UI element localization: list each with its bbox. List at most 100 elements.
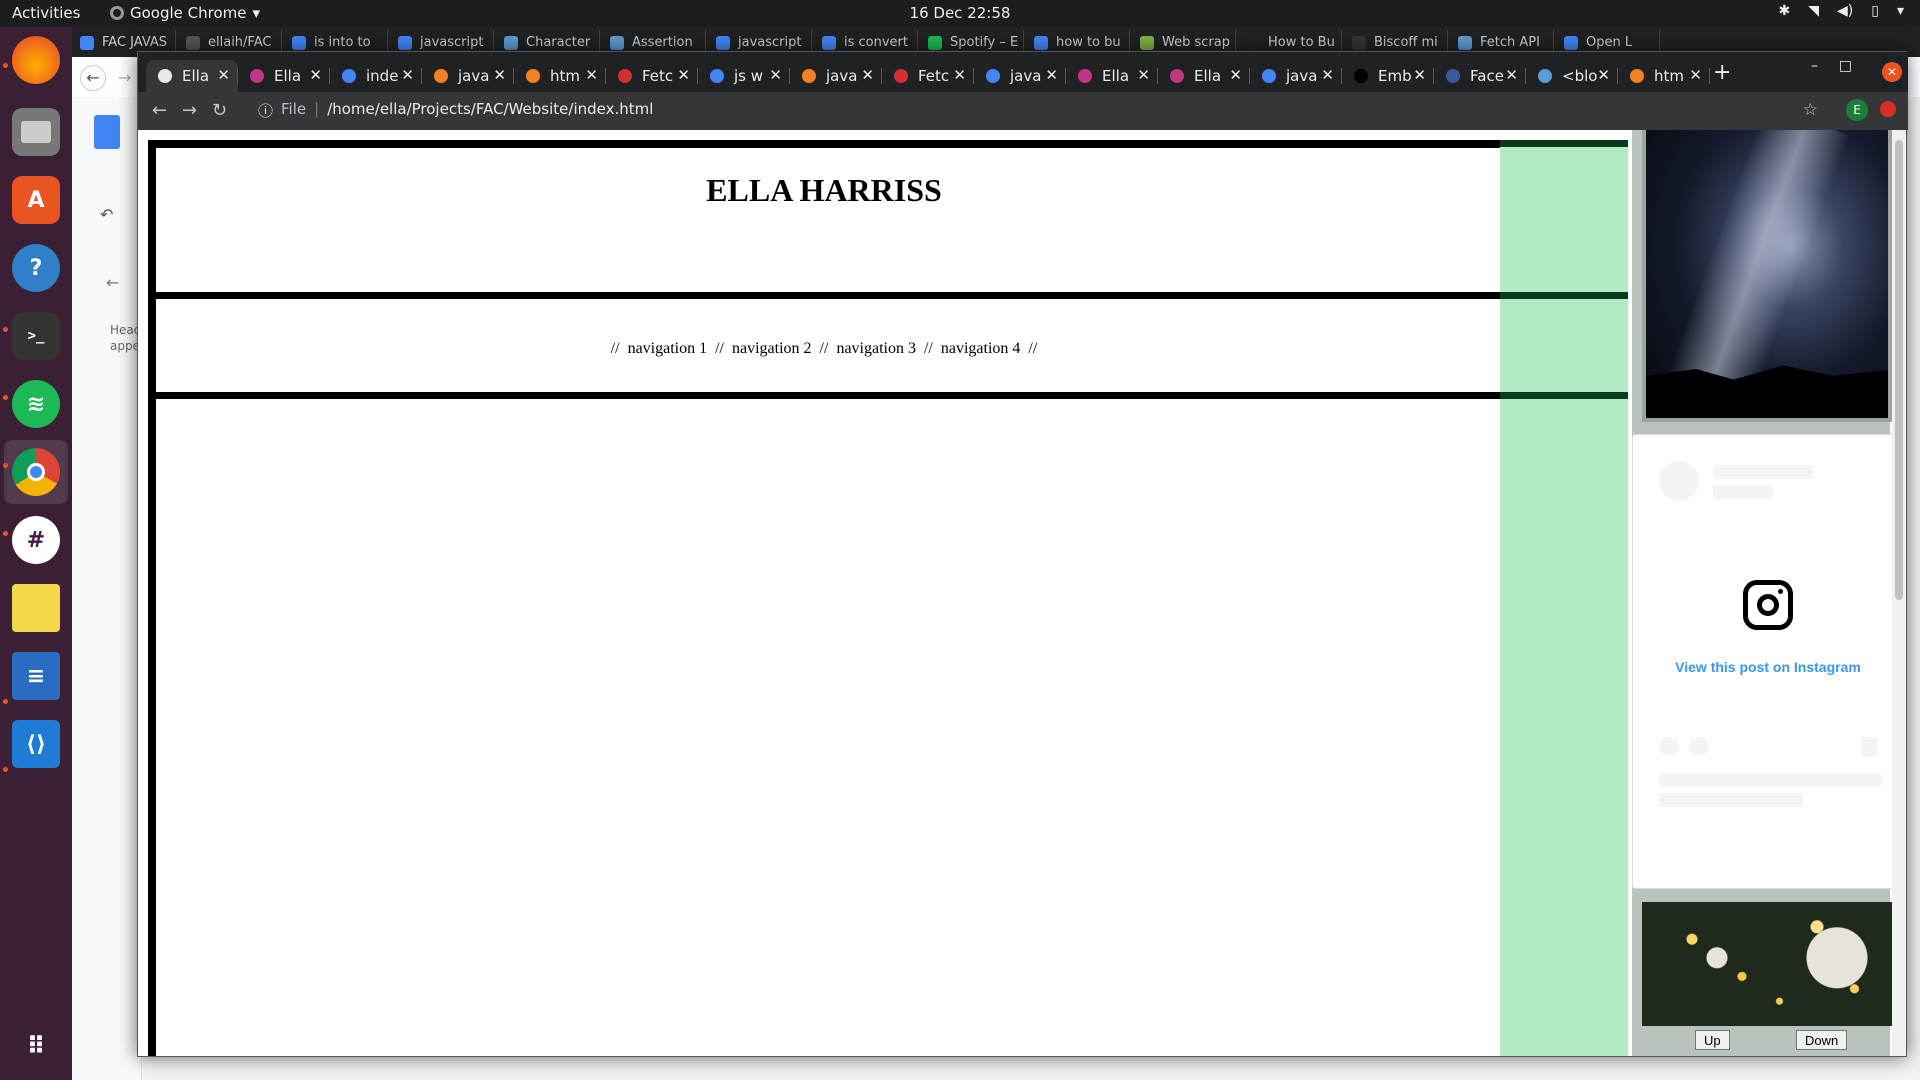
tab-close-icon[interactable]: ✕ bbox=[1137, 66, 1150, 84]
forward-icon[interactable]: → bbox=[182, 100, 197, 121]
extension-icon[interactable] bbox=[1880, 101, 1896, 117]
tab-favicon-icon bbox=[822, 36, 836, 50]
tab[interactable]: js w ✕ bbox=[698, 60, 790, 92]
christmas-bauble-photo bbox=[1642, 902, 1892, 1026]
up-button[interactable]: Up bbox=[1695, 1030, 1730, 1050]
tab[interactable]: inde ✕ bbox=[330, 60, 422, 92]
nav-link-4[interactable]: navigation 4 bbox=[941, 340, 1021, 357]
chrome-icon[interactable] bbox=[12, 448, 60, 496]
vscode-icon[interactable]: ⟨⟩ bbox=[12, 720, 60, 768]
show-apps-icon[interactable]: ⠿ bbox=[12, 1022, 60, 1070]
tab[interactable]: Fetc ✕ bbox=[882, 60, 974, 92]
background-tab-label: Spotify – E bbox=[950, 35, 1019, 50]
tab-active[interactable]: Ella ✕ bbox=[146, 60, 238, 92]
nav-link-2[interactable]: navigation 2 bbox=[732, 340, 812, 357]
instagram-icon[interactable] bbox=[1743, 580, 1793, 630]
tab-favicon-icon bbox=[186, 36, 200, 50]
docs-icon[interactable] bbox=[94, 115, 120, 149]
tab[interactable]: Ella ✕ bbox=[238, 60, 330, 92]
tab-favicon-icon bbox=[716, 36, 730, 50]
nav-link-1[interactable]: navigation 1 bbox=[628, 340, 708, 357]
nav-separator: // bbox=[715, 340, 724, 357]
background-tab-label: javascript bbox=[738, 35, 802, 50]
new-tab-button[interactable]: + bbox=[1713, 60, 1731, 85]
scrollbar-thumb[interactable] bbox=[1895, 140, 1903, 600]
tab[interactable]: htm ✕ bbox=[1618, 60, 1710, 92]
background-tab-label: Web scrap bbox=[1162, 35, 1230, 50]
tab[interactable]: Ella ✕ bbox=[1158, 60, 1250, 92]
forward-icon[interactable]: → bbox=[118, 68, 131, 87]
tab-favicon-icon bbox=[1078, 69, 1092, 83]
tab-close-icon[interactable]: ✕ bbox=[953, 66, 966, 84]
tab-close-icon[interactable]: ✕ bbox=[1229, 66, 1242, 84]
system-tray[interactable]: ✱ ◥ ◀) ▯ ▾ bbox=[1779, 3, 1905, 19]
minimize-button[interactable]: – bbox=[1811, 58, 1818, 74]
spotify-icon[interactable]: ≋ bbox=[12, 380, 60, 428]
tab[interactable]: <blo ✕ bbox=[1526, 60, 1618, 92]
vertical-scrollbar[interactable] bbox=[1892, 130, 1906, 1056]
profile-avatar[interactable]: E bbox=[1846, 99, 1868, 121]
bookmark-star-icon[interactable]: ☆ bbox=[1803, 100, 1818, 120]
reload-icon[interactable]: ↻ bbox=[212, 100, 227, 121]
running-indicator bbox=[3, 327, 8, 332]
tab-close-icon[interactable]: ✕ bbox=[1689, 66, 1702, 84]
instagram-embed[interactable]: View this post on Instagram bbox=[1632, 434, 1902, 889]
undo-icon[interactable]: ↶ bbox=[100, 205, 113, 224]
text-placeholder bbox=[1713, 485, 1773, 499]
terminal-icon[interactable]: >_ bbox=[12, 312, 60, 360]
tab[interactable]: Ella ✕ bbox=[1066, 60, 1158, 92]
down-button[interactable]: Down bbox=[1796, 1030, 1848, 1050]
top-border bbox=[148, 140, 1628, 147]
tab-close-icon[interactable]: ✕ bbox=[1045, 66, 1058, 84]
tab[interactable]: htm ✕ bbox=[514, 60, 606, 92]
tab-close-icon[interactable]: ✕ bbox=[493, 66, 506, 84]
sticky-notes-icon[interactable] bbox=[12, 584, 60, 632]
background-tab-label: Character bbox=[526, 35, 591, 50]
tab-close-icon[interactable]: ✕ bbox=[769, 66, 782, 84]
files-icon[interactable] bbox=[12, 108, 60, 156]
tab[interactable]: java ✕ bbox=[1250, 60, 1342, 92]
close-window-button[interactable]: ✕ bbox=[1882, 62, 1902, 82]
help-icon[interactable]: ? bbox=[12, 244, 60, 292]
tab-close-icon[interactable]: ✕ bbox=[1505, 66, 1518, 84]
tab[interactable]: java ✕ bbox=[422, 60, 514, 92]
tab-close-icon[interactable]: ✕ bbox=[585, 66, 598, 84]
tab-favicon-icon bbox=[928, 36, 942, 50]
software-center-icon[interactable]: A bbox=[12, 176, 60, 224]
tab-close-icon[interactable]: ✕ bbox=[861, 66, 874, 84]
address-bar[interactable]: ⓘ File | /home/ella/Projects/FAC/Website… bbox=[248, 94, 1838, 124]
clock[interactable]: 16 Dec 22:58 bbox=[0, 4, 1920, 22]
tab[interactable]: Emb ✕ bbox=[1342, 60, 1434, 92]
site-title: ELLA HARRISS bbox=[706, 172, 942, 208]
tab[interactable]: java ✕ bbox=[790, 60, 882, 92]
tab[interactable]: Fetc ✕ bbox=[606, 60, 698, 92]
tab-favicon-icon bbox=[1352, 36, 1366, 50]
back-icon[interactable]: ← bbox=[80, 65, 106, 91]
tab[interactable]: Face ✕ bbox=[1434, 60, 1526, 92]
tab-separator bbox=[1709, 68, 1710, 84]
firefox-icon[interactable] bbox=[12, 36, 60, 84]
page-viewport: ELLA HARRISS // navigation 1 // navigati… bbox=[138, 130, 1906, 1056]
nav-link-3[interactable]: navigation 3 bbox=[836, 340, 916, 357]
tab-close-icon[interactable]: ✕ bbox=[309, 66, 322, 84]
tab[interactable]: java ✕ bbox=[974, 60, 1066, 92]
slack-icon[interactable]: # bbox=[12, 516, 60, 564]
tab-favicon-icon bbox=[618, 69, 632, 83]
background-tab-label: is into to bbox=[314, 35, 371, 50]
maximize-button[interactable]: □ bbox=[1839, 58, 1852, 74]
back-icon[interactable]: ← bbox=[152, 100, 167, 121]
writer-icon[interactable]: ≡ bbox=[12, 652, 60, 700]
view-on-instagram-link[interactable]: View this post on Instagram bbox=[1633, 659, 1903, 675]
tab-favicon-icon bbox=[1446, 69, 1460, 83]
battery-icon: ▯ bbox=[1871, 3, 1879, 19]
background-tab-label: is convert bbox=[844, 35, 908, 50]
tab-close-icon[interactable]: ✕ bbox=[1597, 66, 1610, 84]
tab-close-icon[interactable]: ✕ bbox=[1321, 66, 1334, 84]
tab-close-icon[interactable]: ✕ bbox=[217, 66, 230, 84]
tab-close-icon[interactable]: ✕ bbox=[1413, 66, 1426, 84]
info-icon[interactable]: ⓘ bbox=[258, 100, 273, 124]
tab-close-icon[interactable]: ✕ bbox=[401, 66, 414, 84]
image-sidebar: View this post on Instagram Up Down bbox=[1632, 130, 1902, 1056]
tab-close-icon[interactable]: ✕ bbox=[677, 66, 690, 84]
back-arrow-icon[interactable]: ← bbox=[106, 273, 119, 292]
